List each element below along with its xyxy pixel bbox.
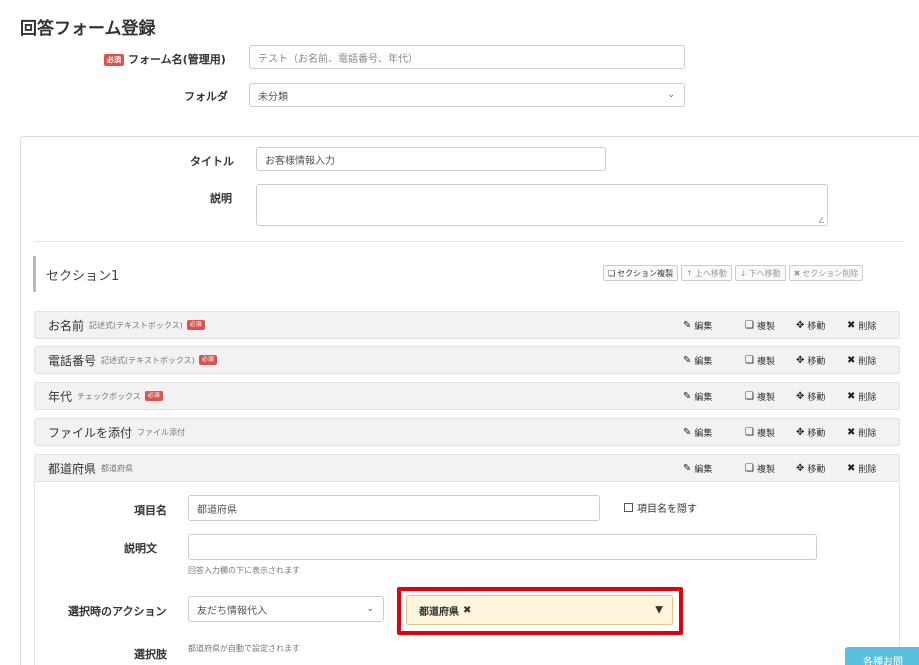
chevron-down-icon: ⌄	[366, 604, 374, 614]
description-textarea[interactable]: ∠	[256, 184, 828, 226]
hide-name-checkbox[interactable]: 項目名を隠す	[624, 500, 697, 515]
chevron-down-icon[interactable]: ▼	[655, 605, 663, 616]
move-button[interactable]: ✥ 移動	[796, 354, 825, 367]
copy-icon: ❏	[745, 390, 754, 402]
item-name: ファイルを添付	[48, 425, 133, 440]
item-row[interactable]: 電話番号 記述式(テキストボックス) 必須 ✎ 編集 ❏ 複製 ✥ 移動 ✖ 削除	[34, 346, 900, 374]
close-icon: ✖	[847, 354, 856, 366]
description-help: 回答入力欄の下に表示されます	[188, 566, 300, 575]
friend-field-select[interactable]: 都道府県 ✖ ▼	[406, 595, 673, 625]
duplicate-button[interactable]: ❏ 複製	[745, 319, 775, 332]
pencil-icon: ✎	[683, 354, 692, 366]
item-name: お名前	[48, 318, 85, 333]
selected-tag: 都道府県 ✖	[419, 604, 472, 618]
copy-icon: ❏	[745, 319, 754, 331]
edit-button[interactable]: ✎ 編集	[683, 319, 712, 332]
move-up-button[interactable]: ↑ 上へ移動	[681, 265, 732, 281]
move-button[interactable]: ✥ 移動	[796, 319, 825, 332]
move-icon: ✥	[796, 462, 805, 474]
required-badge: 必須	[186, 320, 205, 330]
resize-handle-icon[interactable]: ∠	[818, 216, 825, 225]
copy-icon: ❏	[745, 426, 754, 438]
folder-select[interactable]: 未分類 ⌄	[249, 83, 685, 107]
move-icon: ✥	[796, 354, 805, 366]
arrow-down-icon: ↓	[739, 268, 747, 278]
item-type: ファイル添付	[137, 427, 186, 437]
close-icon: ✖	[847, 390, 856, 402]
edit-button[interactable]: ✎ 編集	[683, 462, 712, 475]
copy-icon: ❏	[745, 462, 754, 474]
required-badge: 必須	[198, 355, 217, 365]
item-description-input[interactable]	[188, 534, 817, 560]
item-name: 年代	[48, 389, 73, 404]
copy-icon: ❏	[608, 268, 616, 278]
item-row[interactable]: 年代 チェックボックス 必須 ✎ 編集 ❏ 複製 ✥ 移動 ✖ 削除	[34, 382, 900, 410]
required-badge: 必須	[144, 391, 163, 401]
description-label: 説明文	[124, 542, 157, 555]
folder-label: フォルダ	[184, 90, 228, 103]
edit-button[interactable]: ✎ 編集	[683, 426, 712, 439]
item-type: 記述式(テキストボックス)	[101, 355, 195, 365]
move-icon: ✥	[796, 426, 805, 438]
move-icon: ✥	[796, 390, 805, 402]
form-name-label: 必須 フォーム名(管理用)	[104, 51, 226, 67]
delete-button[interactable]: ✖ 削除	[847, 319, 876, 332]
move-down-button[interactable]: ↓ 下へ移動	[734, 265, 786, 281]
copy-section-button[interactable]: ❏ セクション複製	[603, 265, 679, 281]
checkbox[interactable]	[624, 503, 633, 512]
edit-button[interactable]: ✎ 編集	[683, 390, 712, 403]
item-name-label: 項目名	[134, 504, 167, 517]
move-icon: ✥	[796, 319, 805, 331]
pencil-icon: ✎	[683, 426, 692, 438]
close-icon: ✖	[847, 319, 856, 331]
form-name-input[interactable]: テスト（お名前、電話番号、年代）	[249, 45, 685, 69]
close-icon: ✖	[847, 462, 856, 474]
remove-tag-icon[interactable]: ✖	[463, 605, 471, 616]
close-icon: ✖	[793, 268, 801, 278]
action-label: 選択時のアクション	[68, 605, 167, 618]
move-button[interactable]: ✥ 移動	[796, 426, 825, 439]
item-name: 電話番号	[48, 353, 97, 368]
edit-button[interactable]: ✎ 編集	[683, 354, 712, 367]
section-title: セクション1	[33, 256, 119, 292]
item-name: 都道府県	[48, 461, 97, 476]
pencil-icon: ✎	[683, 319, 692, 331]
copy-icon: ❏	[745, 354, 754, 366]
delete-button[interactable]: ✖ 削除	[847, 354, 876, 367]
delete-button[interactable]: ✖ 削除	[847, 390, 876, 403]
choices-label: 選択肢	[134, 648, 167, 661]
action-select[interactable]: 友だち情報代入 ⌄	[188, 596, 384, 622]
item-name-input[interactable]: 都道府県	[188, 495, 600, 521]
delete-button[interactable]: ✖ 削除	[847, 462, 876, 475]
duplicate-button[interactable]: ❏ 複製	[745, 426, 775, 439]
close-icon: ✖	[847, 426, 856, 438]
choices-help: 都道府県が自動で設定されます	[188, 644, 300, 653]
help-button[interactable]: 各種お問	[845, 647, 919, 665]
required-badge: 必須	[104, 54, 124, 66]
title-label: タイトル	[190, 155, 234, 168]
chevron-down-icon: ⌄	[667, 90, 675, 100]
item-type: 記述式(テキストボックス)	[89, 320, 183, 330]
arrow-up-icon: ↑	[686, 268, 693, 278]
description-label: 説明	[210, 192, 232, 205]
item-row[interactable]: 都道府県 都道府県 ✎ 編集 ❏ 複製 ✥ 移動 ✖ 削除	[34, 454, 900, 482]
page-title: 回答フォーム登録	[20, 19, 156, 39]
item-row[interactable]: お名前 記述式(テキストボックス) 必須 ✎ 編集 ❏ 複製 ✥ 移動 ✖ 削除	[34, 311, 900, 339]
move-button[interactable]: ✥ 移動	[796, 462, 825, 475]
item-type: チェックボックス	[77, 391, 141, 401]
duplicate-button[interactable]: ❏ 複製	[745, 462, 775, 475]
pencil-icon: ✎	[683, 390, 692, 402]
delete-section-button[interactable]: ✖ セクション削除	[788, 265, 864, 281]
delete-button[interactable]: ✖ 削除	[847, 426, 876, 439]
duplicate-button[interactable]: ❏ 複製	[745, 354, 775, 367]
title-input[interactable]: お客様情報入力	[256, 147, 606, 171]
item-row[interactable]: ファイルを添付 ファイル添付 ✎ 編集 ❏ 複製 ✥ 移動 ✖ 削除	[34, 418, 900, 446]
section-toolbar: ❏ セクション複製 ↑ 上へ移動 ↓ 下へ移動 ✖ セクション削除	[603, 265, 864, 281]
item-type: 都道府県	[101, 463, 134, 473]
pencil-icon: ✎	[683, 462, 692, 474]
divider	[34, 241, 904, 242]
move-button[interactable]: ✥ 移動	[796, 390, 825, 403]
duplicate-button[interactable]: ❏ 複製	[745, 390, 775, 403]
